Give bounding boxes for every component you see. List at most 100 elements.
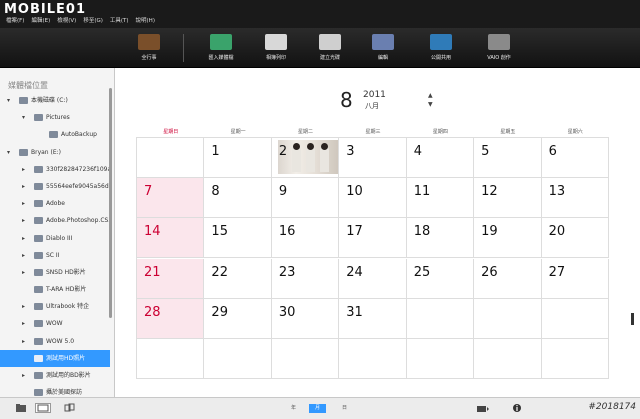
calendar-day-cell[interactable]: 30	[271, 298, 340, 339]
folder-node[interactable]: ▾ Bryan (E:)	[0, 144, 110, 161]
toolbar-button-2[interactable]: 相簿列印	[255, 34, 297, 61]
calendar-day-cell[interactable]: 5	[474, 138, 542, 179]
folder-view-icon[interactable]	[15, 403, 27, 413]
menu-item-0[interactable]: 檔案(F)	[6, 16, 24, 24]
calendar-day-cell[interactable]	[204, 338, 272, 379]
folder-node[interactable]: ▸ WOW 5.0	[0, 333, 110, 350]
toolbar-button-4[interactable]: 編輯	[362, 34, 404, 61]
calendar-day-cell[interactable]: 26	[474, 258, 542, 299]
folder-node[interactable]: ▸ Adobe	[0, 195, 110, 212]
calendar-day-cell[interactable]	[137, 338, 205, 379]
calendar-day-cell[interactable]: 9	[271, 178, 340, 219]
calendar-day-cell[interactable]: 21	[137, 258, 205, 299]
menu-item-4[interactable]: 工具(T)	[110, 16, 129, 24]
folder-node[interactable]: ▸ 330f282847236f109af	[0, 161, 110, 178]
calendar-day-cell[interactable]: 13	[541, 178, 609, 219]
folder-node[interactable]: 測試用HD照片	[0, 349, 110, 367]
toolbar-button-6[interactable]: VAIO 創作	[478, 34, 520, 61]
prev-month-icon[interactable]: ▲	[428, 91, 433, 100]
calendar-day-cell[interactable]	[474, 298, 542, 339]
chevron-right-icon[interactable]: ▸	[22, 247, 25, 264]
calendar-day-cell[interactable]: 31	[339, 298, 407, 339]
calendar-day-cell[interactable]: 2	[271, 138, 340, 179]
calendar-day-cell[interactable]: 16	[271, 218, 340, 259]
chevron-right-icon[interactable]: ▸	[22, 264, 25, 281]
calendar-day-cell[interactable]: 22	[204, 258, 272, 299]
calendar-day-cell[interactable]: 29	[204, 298, 272, 339]
calendar-day-cell[interactable]: 1	[204, 138, 272, 179]
folder-node[interactable]: ▸ SC II	[0, 247, 110, 264]
index-view-icon[interactable]	[63, 403, 75, 413]
calendar-day-cell[interactable]: 3	[339, 138, 407, 179]
calendar-day-cell[interactable]	[406, 338, 475, 379]
folder-node[interactable]: ▸ 55564eefe9045a56dd	[0, 178, 110, 195]
calendar-day-cell[interactable]: 14	[137, 218, 205, 259]
calendar-day-cell[interactable]: 24	[339, 258, 407, 299]
calendar-day-cell[interactable]	[137, 138, 205, 179]
calendar-day-cell[interactable]: 27	[541, 258, 609, 299]
folder-node[interactable]: ▸ Adobe.Photoshop.CS3	[0, 212, 110, 229]
calendar-day-cell[interactable]: 12	[474, 178, 542, 219]
chevron-right-icon[interactable]: ▸	[22, 230, 25, 247]
calendar-day-cell[interactable]	[406, 298, 475, 339]
view-year-button[interactable]: 年	[285, 404, 302, 413]
chevron-right-icon[interactable]: ▸	[22, 315, 25, 332]
calendar-view-icon[interactable]	[35, 403, 51, 413]
folder-node[interactable]: AutoBackup	[0, 126, 110, 143]
chevron-right-icon[interactable]: ▸	[22, 333, 25, 350]
view-day-button[interactable]: 日	[336, 404, 353, 413]
calendar-day-cell[interactable]	[339, 338, 407, 379]
calendar-day-cell[interactable]: 8	[204, 178, 272, 219]
calendar-day-cell[interactable]	[541, 338, 609, 379]
info-icon[interactable]	[512, 403, 524, 413]
menu-item-5[interactable]: 說明(H)	[136, 16, 155, 24]
calendar-day-cell[interactable]: 25	[406, 258, 475, 299]
folder-node[interactable]: ▾ Pictures	[0, 109, 110, 126]
chevron-right-icon[interactable]: ▸	[22, 195, 25, 212]
folder-node[interactable]: ▸ WOW	[0, 315, 110, 332]
sidebar-scrollbar[interactable]	[109, 88, 112, 318]
calendar-day-cell[interactable]	[474, 338, 542, 379]
chevron-right-icon[interactable]: ▸	[22, 212, 25, 229]
toolbar-button-5[interactable]: 公開共用	[420, 34, 462, 61]
calendar-day-cell[interactable]: 17	[339, 218, 407, 259]
folder-node[interactable]: T-ARA HD影片	[0, 281, 110, 298]
folder-label: SNSD HD影片	[46, 268, 86, 276]
folder-icon	[34, 217, 43, 225]
calendar-day-cell[interactable]: 6	[541, 138, 609, 179]
calendar-day-cell[interactable]: 15	[204, 218, 272, 259]
folder-node[interactable]: ▾ 本機磁碟 (C:)	[0, 92, 110, 109]
toolbar-button-0[interactable]: 全行事	[128, 34, 170, 61]
calendar-day-cell[interactable]: 28	[137, 298, 205, 339]
folder-node[interactable]: ▸ SNSD HD影片	[0, 264, 110, 281]
next-month-icon[interactable]: ▼	[428, 100, 433, 109]
chevron-down-icon[interactable]: ▾	[7, 92, 10, 109]
calendar-day-cell[interactable]: 4	[406, 138, 475, 179]
menu-item-2[interactable]: 檢視(V)	[57, 16, 76, 24]
display-options-icon[interactable]	[476, 403, 490, 413]
calendar-day-cell[interactable]: 18	[406, 218, 475, 259]
chevron-down-icon[interactable]: ▾	[7, 144, 10, 161]
chevron-right-icon[interactable]: ▸	[22, 161, 25, 178]
toolbar-button-1[interactable]: 匯入媒體檔	[200, 34, 242, 61]
folder-node[interactable]: ▸ Diablo III	[0, 230, 110, 247]
calendar-day-cell[interactable]: 23	[271, 258, 340, 299]
calendar-day-cell[interactable]	[541, 298, 609, 339]
view-month-button[interactable]: 月	[309, 404, 326, 413]
chevron-down-icon[interactable]: ▾	[22, 109, 25, 126]
calendar-day-cell[interactable]: 11	[406, 178, 475, 219]
calendar-scrollbar[interactable]	[631, 313, 634, 325]
calendar-day-cell[interactable]: 19	[474, 218, 542, 259]
toolbar-button-3[interactable]: 建立光碟	[309, 34, 351, 61]
chevron-right-icon[interactable]: ▸	[22, 178, 25, 195]
chevron-right-icon[interactable]: ▸	[22, 367, 25, 384]
calendar-day-cell[interactable]	[271, 338, 340, 379]
menu-item-3[interactable]: 移至(G)	[83, 16, 103, 24]
calendar-day-cell[interactable]: 20	[541, 218, 609, 259]
calendar-day-cell[interactable]: 10	[339, 178, 407, 219]
chevron-right-icon[interactable]: ▸	[22, 298, 25, 315]
menu-item-1[interactable]: 編輯(E)	[31, 16, 50, 24]
folder-node[interactable]: ▸ 測試用的BD影片	[0, 367, 110, 384]
folder-node[interactable]: ▸ Ultrabook 特企	[0, 298, 110, 315]
calendar-day-cell[interactable]: 7	[137, 178, 205, 219]
